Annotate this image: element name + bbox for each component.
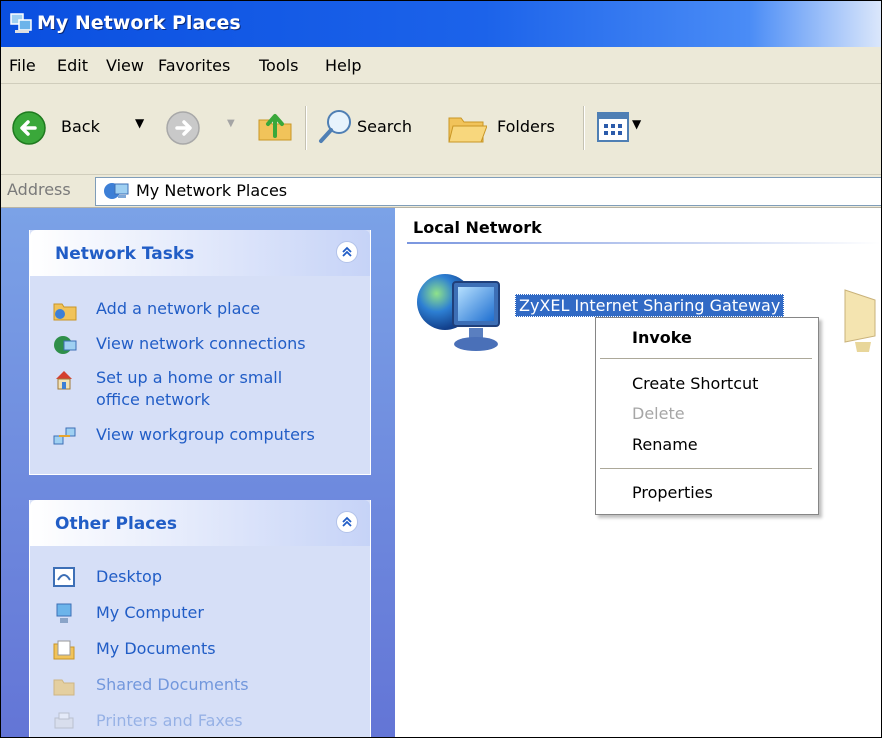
menu-favorites[interactable]: Favorites xyxy=(158,56,230,75)
folders-label: Folders xyxy=(497,117,555,136)
address-bar: Address My Network Places xyxy=(1,175,881,208)
toolbar-separator xyxy=(583,106,585,150)
menu-file[interactable]: File xyxy=(9,56,36,75)
menu-properties[interactable]: Properties xyxy=(632,483,713,502)
network-connections-icon xyxy=(52,333,78,361)
shared-documents-icon xyxy=(52,674,78,702)
menu-view[interactable]: View xyxy=(106,56,144,75)
address-label: Address xyxy=(7,180,71,199)
home-network-icon xyxy=(52,367,78,397)
group-divider xyxy=(407,242,881,244)
toolbar: Back ▼ ▼ Search Folders ▼ xyxy=(1,84,881,175)
other-places-header[interactable]: Other Places xyxy=(30,500,370,546)
partial-network-icon[interactable] xyxy=(835,280,881,364)
title-bar[interactable]: My Network Places xyxy=(1,1,881,47)
task-pane: Network Tasks Add a network place View n xyxy=(1,208,395,737)
menu-rename[interactable]: Rename xyxy=(632,435,698,454)
collapse-chevron-icon[interactable] xyxy=(336,241,358,263)
other-places-title: Other Places xyxy=(55,514,177,534)
search-label: Search xyxy=(357,117,412,136)
search-button[interactable]: Search xyxy=(317,106,437,150)
network-places-icon xyxy=(9,10,35,40)
back-arrow-icon xyxy=(11,110,47,150)
collapse-chevron-icon[interactable] xyxy=(336,511,358,533)
menu-tools[interactable]: Tools xyxy=(259,56,298,75)
views-dropdown-icon[interactable]: ▼ xyxy=(632,117,641,131)
address-value: My Network Places xyxy=(136,181,288,200)
menu-edit[interactable]: Edit xyxy=(57,56,88,75)
printers-icon xyxy=(52,710,78,737)
network-item-label[interactable]: ZyXEL Internet Sharing Gateway xyxy=(515,294,785,317)
menu-help[interactable]: Help xyxy=(325,56,361,75)
folders-button[interactable]: Folders xyxy=(447,106,577,150)
forward-arrow-icon xyxy=(165,110,201,150)
views-button[interactable]: ▼ xyxy=(597,110,649,146)
back-button[interactable]: Back ▼ xyxy=(9,106,165,150)
network-tasks-header[interactable]: Network Tasks xyxy=(30,230,370,276)
context-menu: Invoke Create Shortcut Delete Rename Pro… xyxy=(595,317,819,515)
workgroup-icon xyxy=(52,424,78,452)
menu-invoke[interactable]: Invoke xyxy=(632,328,692,347)
menu-separator xyxy=(600,358,812,359)
network-places-icon xyxy=(102,180,130,206)
network-tasks-title: Network Tasks xyxy=(55,244,195,264)
up-folder-icon[interactable] xyxy=(255,106,295,150)
my-computer-icon xyxy=(52,602,78,630)
forward-dropdown-icon[interactable]: ▼ xyxy=(227,118,235,129)
menu-bar: File Edit View Favorites Tools Help xyxy=(1,47,881,84)
other-places-panel: Other Places Desktop My Computer My Docu… xyxy=(29,500,371,737)
menu-separator xyxy=(600,468,812,469)
network-gateway-icon[interactable] xyxy=(415,268,511,362)
search-icon xyxy=(317,108,355,150)
menu-create-shortcut[interactable]: Create Shortcut xyxy=(632,374,758,393)
folders-icon xyxy=(447,110,488,150)
network-tasks-panel: Network Tasks Add a network place View n xyxy=(29,230,371,475)
window-title: My Network Places xyxy=(37,12,241,34)
address-input[interactable]: My Network Places xyxy=(95,177,881,206)
forward-button[interactable]: ▼ xyxy=(165,108,237,148)
group-header: Local Network xyxy=(413,218,542,237)
views-icon xyxy=(597,112,629,146)
menu-delete: Delete xyxy=(632,404,685,423)
back-label: Back xyxy=(61,117,100,136)
explorer-window: My Network Places File Edit View Favorit… xyxy=(0,0,882,738)
back-dropdown-icon[interactable]: ▼ xyxy=(135,116,144,130)
my-documents-icon xyxy=(52,638,78,666)
toolbar-separator xyxy=(305,106,307,150)
add-network-place-icon xyxy=(52,298,78,326)
desktop-icon xyxy=(52,566,78,594)
